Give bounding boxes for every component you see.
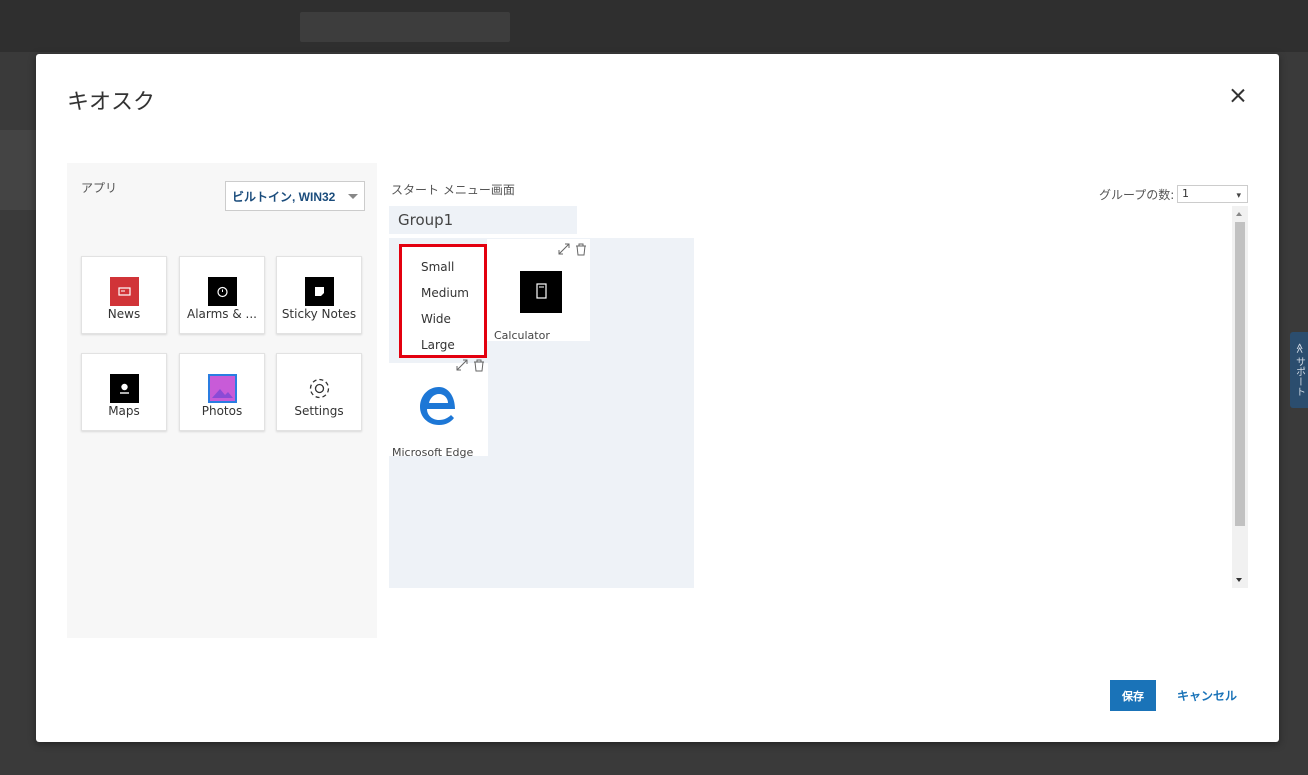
kiosk-dialog: キオスク アプリ ビルトイン, WIN32 News Alarms & ... … — [36, 54, 1279, 742]
tile-name: Microsoft Edge — [392, 446, 474, 459]
scroll-up-icon[interactable] — [1236, 212, 1242, 216]
start-menu-label: スタート メニュー画面 — [391, 183, 515, 197]
close-icon[interactable] — [1226, 84, 1250, 108]
tile-calculator[interactable]: Calculator — [487, 239, 590, 342]
size-option-wide[interactable]: Wide — [421, 312, 451, 326]
app-name: Settings — [294, 404, 344, 418]
resize-icon[interactable] — [455, 357, 469, 376]
app-name: Alarms & ... — [187, 307, 257, 321]
app-tile-maps[interactable]: Maps — [81, 353, 167, 431]
edge-icon — [416, 383, 462, 433]
app-name: Maps — [108, 404, 140, 418]
maps-icon — [110, 374, 139, 403]
support-tab[interactable]: ≪ サポート — [1290, 332, 1308, 408]
group-count-dropdown[interactable]: 1 ▾ — [1177, 185, 1248, 203]
app-tile-settings[interactable]: Settings — [276, 353, 362, 431]
app-tile-photos[interactable]: Photos — [179, 353, 265, 431]
app-type-dropdown[interactable]: ビルトイン, WIN32 — [225, 181, 365, 211]
calculator-icon — [520, 271, 562, 317]
cancel-button[interactable]: キャンセル — [1177, 687, 1237, 704]
background-panel — [0, 130, 36, 210]
photos-icon — [208, 374, 237, 403]
alarm-clock-icon — [208, 277, 237, 306]
app-name: News — [107, 307, 141, 321]
resize-icon[interactable] — [557, 241, 571, 260]
app-name: Photos — [201, 404, 243, 418]
background-top-bar — [0, 0, 1308, 52]
app-type-value: ビルトイン, WIN32 — [232, 189, 336, 204]
news-icon — [110, 277, 139, 306]
size-option-medium[interactable]: Medium — [421, 286, 469, 300]
app-tile-news[interactable]: News — [81, 256, 167, 334]
tile-microsoft-edge[interactable]: Microsoft Edge — [389, 359, 488, 459]
size-option-small[interactable]: Small — [421, 260, 454, 274]
background-search — [300, 12, 510, 42]
apps-label: アプリ — [81, 181, 118, 195]
scroll-thumb[interactable] — [1235, 222, 1245, 526]
gear-icon — [305, 374, 334, 403]
app-tile-sticky-notes[interactable]: Sticky Notes — [276, 256, 362, 334]
chevron-down-icon: ▾ — [1236, 191, 1241, 201]
trash-icon[interactable] — [575, 241, 587, 260]
size-option-large[interactable]: Large — [421, 338, 455, 352]
app-name: Sticky Notes — [281, 307, 357, 321]
app-tile-alarms[interactable]: Alarms & ... — [179, 256, 265, 334]
save-button[interactable]: 保存 — [1110, 680, 1156, 711]
chevron-down-icon — [348, 194, 358, 199]
trash-icon[interactable] — [473, 357, 485, 376]
sticky-notes-icon — [305, 277, 334, 306]
group-count-value: 1 — [1182, 187, 1189, 200]
scroll-down-icon[interactable] — [1236, 578, 1242, 582]
apps-panel: アプリ ビルトイン, WIN32 News Alarms & ... Stick… — [67, 163, 377, 638]
group-count-label: グループの数: — [1099, 188, 1175, 202]
tile-name: Calculator — [494, 329, 550, 342]
dialog-title: キオスク — [67, 90, 156, 115]
group-name-field[interactable]: Group1 — [389, 206, 577, 234]
tile-size-menu: Small Medium Wide Large — [399, 244, 487, 358]
vertical-scrollbar[interactable] — [1232, 206, 1248, 588]
